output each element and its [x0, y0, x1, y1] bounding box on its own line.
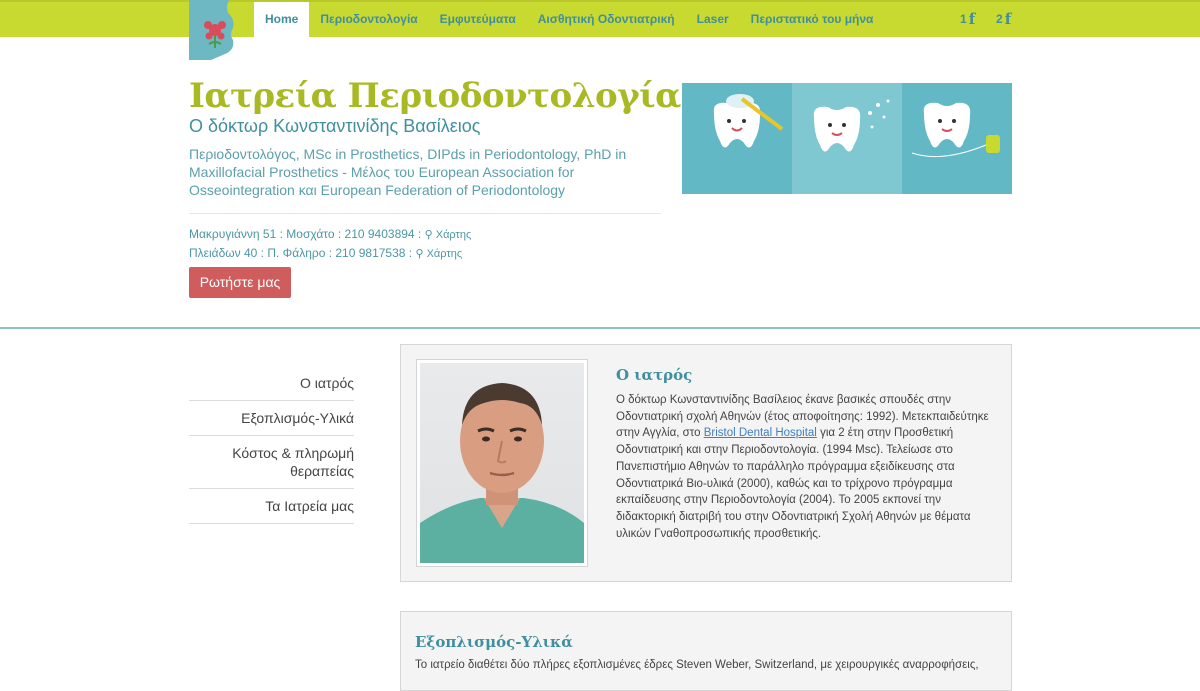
- equipment-panel: Εξοπλισμός-Υλικά Το ιατρείο διαθέτει δύο…: [400, 611, 1012, 691]
- map-pin-icon: ⚲: [415, 248, 424, 260]
- facebook-link-1[interactable]: 1 f: [960, 2, 975, 37]
- nav-case-of-month[interactable]: Περιστατικό του μήνα: [740, 2, 885, 37]
- top-navbar: Home Περιοδοντολογία Εμφυτεύματα Αισθητι…: [0, 0, 1200, 37]
- map-link-1-label: Χάρτης: [435, 229, 472, 241]
- facebook-icon: f: [968, 10, 976, 28]
- tooth-sparkle-illustration: [813, 99, 890, 152]
- sidebar-item-equipment[interactable]: Εξοπλισμός-Υλικά: [189, 401, 354, 436]
- map-link-2-label: Χάρτης: [426, 248, 463, 260]
- address-1-text: Μακρυγιάννη 51 : Μοσχάτο : 210 9403894 :: [189, 227, 422, 241]
- doctor-portrait: [420, 383, 584, 563]
- doctor-photo: [420, 363, 584, 563]
- site-logo[interactable]: [189, 0, 241, 60]
- address-2-text: Πλειάδων 40 : Π. Φάληρο : 210 9817538 :: [189, 246, 413, 260]
- main-nav: Home Περιοδοντολογία Εμφυτεύματα Αισθητι…: [254, 2, 884, 39]
- nav-aesthetic-dentistry[interactable]: Αισθητική Οδοντιατρική: [527, 2, 686, 37]
- facebook-link-1-number: 1: [960, 12, 967, 26]
- sidebar-menu: Ο ιατρός Εξοπλισμός-Υλικά Κόστος & πληρω…: [189, 366, 354, 524]
- equipment-text: Το ιατρείο διαθέτει δύο πλήρες εξοπλισμέ…: [415, 659, 979, 671]
- tooth-brushing-illustration: [713, 94, 784, 148]
- doctor-bio: Ο δόκτωρ Κωνσταντινίδης Βασίλειος έκανε …: [616, 392, 998, 542]
- doctor-section-title: Ο ιατρός: [616, 366, 693, 384]
- sidebar-item-cost-payment[interactable]: Κόστος & πληρωμή θεραπείας: [189, 436, 354, 489]
- address-line-2: Πλειάδων 40 : Π. Φάληρο : 210 9817538 : …: [189, 246, 462, 260]
- site-subtitle: Ο δόκτωρ Κωνσταντινίδης Βασίλειος: [189, 116, 481, 136]
- facebook-icon: f: [1004, 10, 1012, 28]
- nav-periodontology[interactable]: Περιοδοντολογία: [309, 2, 428, 37]
- doctor-bio-part2: για 2 έτη στην Προσθετική Οδοντιατρική κ…: [616, 427, 971, 540]
- doctor-credentials: Περιοδοντολόγος, MSc in Prosthetics, DIP…: [189, 146, 627, 198]
- map-link-2[interactable]: ⚲ Χάρτης: [415, 248, 462, 260]
- facebook-link-2[interactable]: 2 f: [996, 2, 1011, 37]
- nav-home[interactable]: Home: [254, 2, 310, 37]
- bristol-dental-hospital-link[interactable]: Bristol Dental Hospital: [704, 427, 817, 439]
- banner-panel-floss: [902, 83, 1012, 194]
- banner-panel-sparkle: [792, 83, 902, 194]
- facebook-link-2-number: 2: [996, 12, 1003, 26]
- map-pin-icon: ⚲: [424, 229, 433, 241]
- tooth-floss-illustration: [911, 102, 1000, 158]
- nav-laser[interactable]: Laser: [686, 2, 740, 37]
- ask-us-button[interactable]: Ρωτήστε μας: [189, 267, 291, 298]
- doctor-photo-frame: [416, 359, 588, 567]
- address-line-1: Μακρυγιάννη 51 : Μοσχάτο : 210 9403894 :…: [189, 227, 471, 241]
- equipment-section-title: Εξοπλισμός-Υλικά: [415, 633, 573, 651]
- nav-implants[interactable]: Εμφυτεύματα: [429, 2, 527, 37]
- site-title: Ιατρεία Περιοδοντολογίας: [189, 76, 701, 116]
- sidebar-item-doctor[interactable]: Ο ιατρός: [189, 366, 354, 401]
- logo-icon: [189, 0, 234, 60]
- sidebar-item-our-clinics[interactable]: Τα Ιατρεία μας: [189, 489, 354, 524]
- teeth-banner: [682, 83, 1012, 194]
- banner-panel-brushing: [682, 83, 792, 194]
- header-divider: [189, 213, 661, 214]
- section-divider: [0, 327, 1200, 329]
- map-link-1[interactable]: ⚲ Χάρτης: [425, 229, 472, 241]
- doctor-panel: Ο ιατρός Ο δόκτωρ Κωνσταντινίδης Βασίλει…: [400, 344, 1012, 582]
